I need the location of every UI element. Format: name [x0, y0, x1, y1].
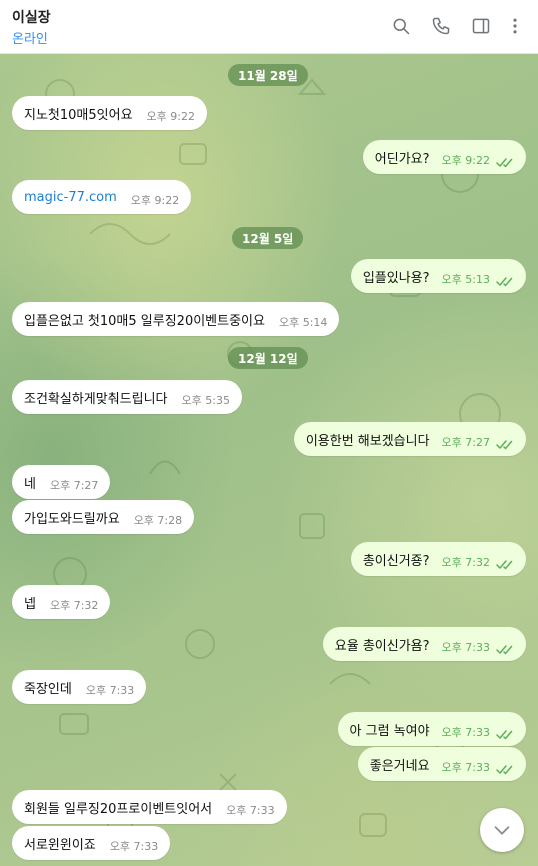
incoming-message[interactable]: 서로윈윈이죠 오후 7:33	[12, 826, 171, 860]
date-separator: 12월 5일	[232, 227, 304, 249]
message-time: 오후 7:33	[441, 641, 490, 654]
incoming-message[interactable]: magic-77.com 오후 9:22	[12, 180, 192, 214]
incoming-message[interactable]: 가입도와드릴까요 오후 7:28	[12, 500, 195, 534]
message-text: 지노첫10매5잇어요	[24, 107, 133, 123]
chevron-down-icon	[494, 826, 510, 835]
incoming-message[interactable]: 조건확실하게맞춰드립니다 오후 5:35	[12, 380, 242, 414]
message-text: 넵	[24, 596, 36, 612]
message-time: 오후 7:27	[49, 479, 99, 492]
double-check-icon	[496, 761, 514, 775]
date-separator: 12월 12일	[228, 347, 308, 369]
outgoing-message[interactable]: 어딘가요? 오후 9:22	[362, 140, 526, 174]
message-text: 어딘가요?	[374, 151, 430, 167]
outgoing-message[interactable]: 이용한번 해보겠습니다 오후 7:27	[293, 422, 526, 456]
message-time: 오후 7:27	[441, 436, 490, 449]
more-icon[interactable]	[503, 14, 527, 38]
double-check-icon	[496, 726, 514, 740]
incoming-message[interactable]: 네 오후 7:27	[12, 465, 111, 499]
message-time: 오후 7:33	[441, 726, 490, 739]
online-status: 온라인	[12, 32, 48, 47]
message-text: 아 그럼 녹여야	[349, 723, 430, 739]
incoming-message[interactable]: 넵 오후 7:32	[12, 585, 111, 619]
message-text: 이용한번 해보겠습니다	[305, 433, 430, 449]
chat-title[interactable]: 이실장	[12, 7, 51, 27]
double-check-icon	[496, 556, 514, 570]
date-separator: 11월 28일	[228, 64, 308, 86]
outgoing-message[interactable]: 아 그럼 녹여야 오후 7:33	[337, 712, 526, 746]
double-check-icon	[496, 436, 514, 450]
message-text: 죽장인데	[24, 681, 72, 697]
message-text: 입플있나용?	[362, 270, 430, 286]
message-text: 총이신거죵?	[362, 553, 430, 569]
message-time: 오후 7:32	[441, 556, 490, 569]
message-time: 오후 7:33	[226, 804, 275, 817]
scroll-to-bottom-button[interactable]	[480, 808, 524, 852]
message-time: 오후 7:33	[109, 840, 159, 853]
message-text: 서로윈윈이죠	[24, 837, 96, 853]
message-time: 오후 7:33	[441, 761, 490, 774]
message-text: 조건확실하게맞춰드립니다	[24, 391, 168, 407]
chat-header: 이실장 온라인	[0, 0, 538, 54]
message-text: 요율 총이신가욤?	[334, 638, 430, 654]
message-time: 오후 9:22	[130, 194, 180, 207]
double-check-icon	[496, 641, 514, 655]
outgoing-message[interactable]: 요율 총이신가욤? 오후 7:33	[322, 627, 526, 661]
message-link[interactable]: magic-77.com	[24, 190, 117, 205]
phone-icon[interactable]	[429, 14, 453, 38]
outgoing-message[interactable]: 좋은거네요 오후 7:33	[357, 747, 526, 781]
message-text: 네	[24, 476, 36, 492]
sidebar-toggle-icon[interactable]	[469, 14, 493, 38]
message-text: 좋은거네요	[369, 758, 430, 774]
message-time: 오후 5:13	[441, 273, 490, 286]
double-check-icon	[496, 154, 514, 168]
incoming-message[interactable]: 죽장인데 오후 7:33	[12, 670, 147, 704]
message-time: 오후 9:22	[146, 110, 195, 123]
message-text: 입플은없고 첫10매5 일루징20이벤트중이요	[24, 313, 265, 329]
incoming-message[interactable]: 입플은없고 첫10매5 일루징20이벤트중이요 오후 5:14	[12, 302, 340, 336]
incoming-message[interactable]: 지노첫10매5잇어요 오후 9:22	[12, 96, 207, 130]
message-time: 오후 7:33	[85, 684, 135, 697]
message-text: 회원들 일루징20프로이벤트잇어서	[24, 801, 213, 817]
outgoing-message[interactable]: 총이신거죵? 오후 7:32	[350, 542, 526, 576]
incoming-message[interactable]: 회원들 일루징20프로이벤트잇어서 오후 7:33	[12, 790, 287, 824]
message-time: 오후 7:28	[133, 514, 183, 527]
double-check-icon	[496, 273, 514, 287]
search-icon[interactable]	[389, 14, 413, 38]
message-time: 오후 5:14	[278, 316, 328, 329]
message-time: 오후 5:35	[181, 394, 230, 407]
message-time: 오후 7:32	[49, 599, 99, 612]
message-time: 오후 9:22	[441, 154, 490, 167]
message-text: 가입도와드릴까요	[24, 511, 120, 527]
outgoing-message[interactable]: 입플있나용? 오후 5:13	[350, 259, 526, 293]
message-list[interactable]: 11월 28일 12월 5일 12월 12일 지노첫10매5잇어요 오후 9:2…	[0, 54, 538, 866]
